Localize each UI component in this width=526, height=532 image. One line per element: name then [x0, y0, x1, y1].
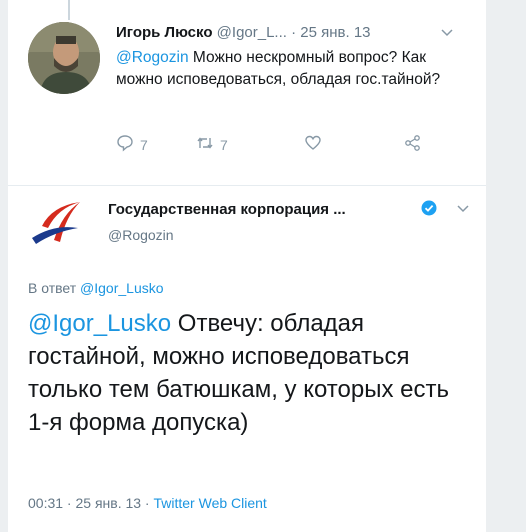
tweet-actions: 7 7: [116, 134, 446, 156]
reply-to-link[interactable]: @Igor_Lusko: [80, 280, 163, 296]
tweet-timestamp[interactable]: 00:31 · 25 янв. 13 ·: [28, 495, 153, 511]
retweet-count: 7: [220, 136, 228, 153]
avatar[interactable]: [28, 22, 100, 94]
mention-link[interactable]: @Rogozin: [116, 49, 189, 66]
author-name[interactable]: Игорь Люско: [116, 24, 213, 41]
share-button[interactable]: [404, 134, 422, 155]
client-link[interactable]: Twitter Web Client: [153, 495, 266, 511]
retweet-icon: [196, 134, 214, 155]
retweet-button[interactable]: 7: [196, 134, 228, 155]
reply-prefix: В ответ: [28, 280, 81, 296]
right-margin: [486, 0, 526, 532]
share-icon: [404, 134, 422, 155]
chevron-down-icon[interactable]: [440, 25, 454, 39]
reply-count: 7: [140, 136, 148, 153]
tweet-original[interactable]: Игорь Люско @Igor_L... · 25 янв. 13 @Rog…: [8, 0, 486, 185]
author-handle[interactable]: @Igor_L...: [217, 24, 287, 41]
author-handle[interactable]: @Rogozin: [108, 227, 174, 243]
divider: [8, 185, 486, 186]
reply-context: В ответ @Igor_Lusko: [28, 280, 164, 296]
mention-link[interactable]: @Igor_Lusko: [28, 310, 171, 337]
thread-line: [68, 0, 70, 20]
tweet-date[interactable]: · 25 янв. 13: [291, 24, 370, 41]
corporation-logo[interactable]: [28, 198, 90, 250]
like-icon: [304, 134, 322, 155]
reply-icon: [116, 134, 134, 155]
tweet-meta: 00:31 · 25 янв. 13 · Twitter Web Client: [28, 495, 267, 511]
author-name[interactable]: Государственная корпорация ...: [108, 201, 346, 218]
tweet-text: @Rogozin Можно нескромный вопрос? Как мо…: [116, 47, 476, 91]
verified-icon: [421, 200, 437, 216]
like-button[interactable]: [304, 134, 322, 155]
chevron-down-icon[interactable]: [456, 201, 470, 218]
reply-button[interactable]: 7: [116, 134, 148, 155]
tweet-thread: Игорь Люско @Igor_L... · 25 янв. 13 @Rog…: [0, 0, 526, 532]
left-margin: [0, 0, 8, 532]
tweet-text: @Igor_Lusko Отвечу: обладая гостайной, м…: [28, 307, 458, 439]
tweet-header: Игорь Люско @Igor_L... · 25 янв. 13: [116, 24, 371, 41]
